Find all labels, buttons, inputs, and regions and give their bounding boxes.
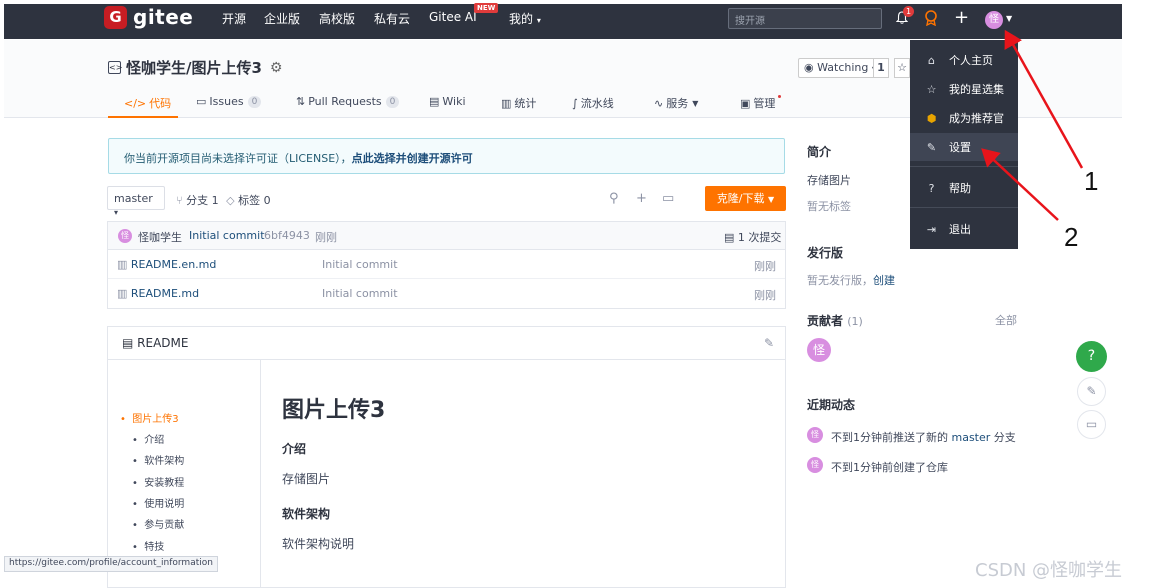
page: G gitee 开源 企业版 高校版 私有云 Gitee AI NEW 我的 ▾… xyxy=(0,0,1152,588)
annotation-number-1: 1 xyxy=(1084,166,1099,196)
watermark: CSDN @怪咖学生 xyxy=(975,560,1123,581)
status-bar-url: https://gitee.com/profile/account_inform… xyxy=(4,556,218,572)
arrow-to-settings xyxy=(981,148,1059,221)
annotation-arrows xyxy=(981,29,1084,221)
annotation-number-2: 2 xyxy=(1064,222,1079,252)
arrow-to-avatar xyxy=(1004,29,1084,169)
